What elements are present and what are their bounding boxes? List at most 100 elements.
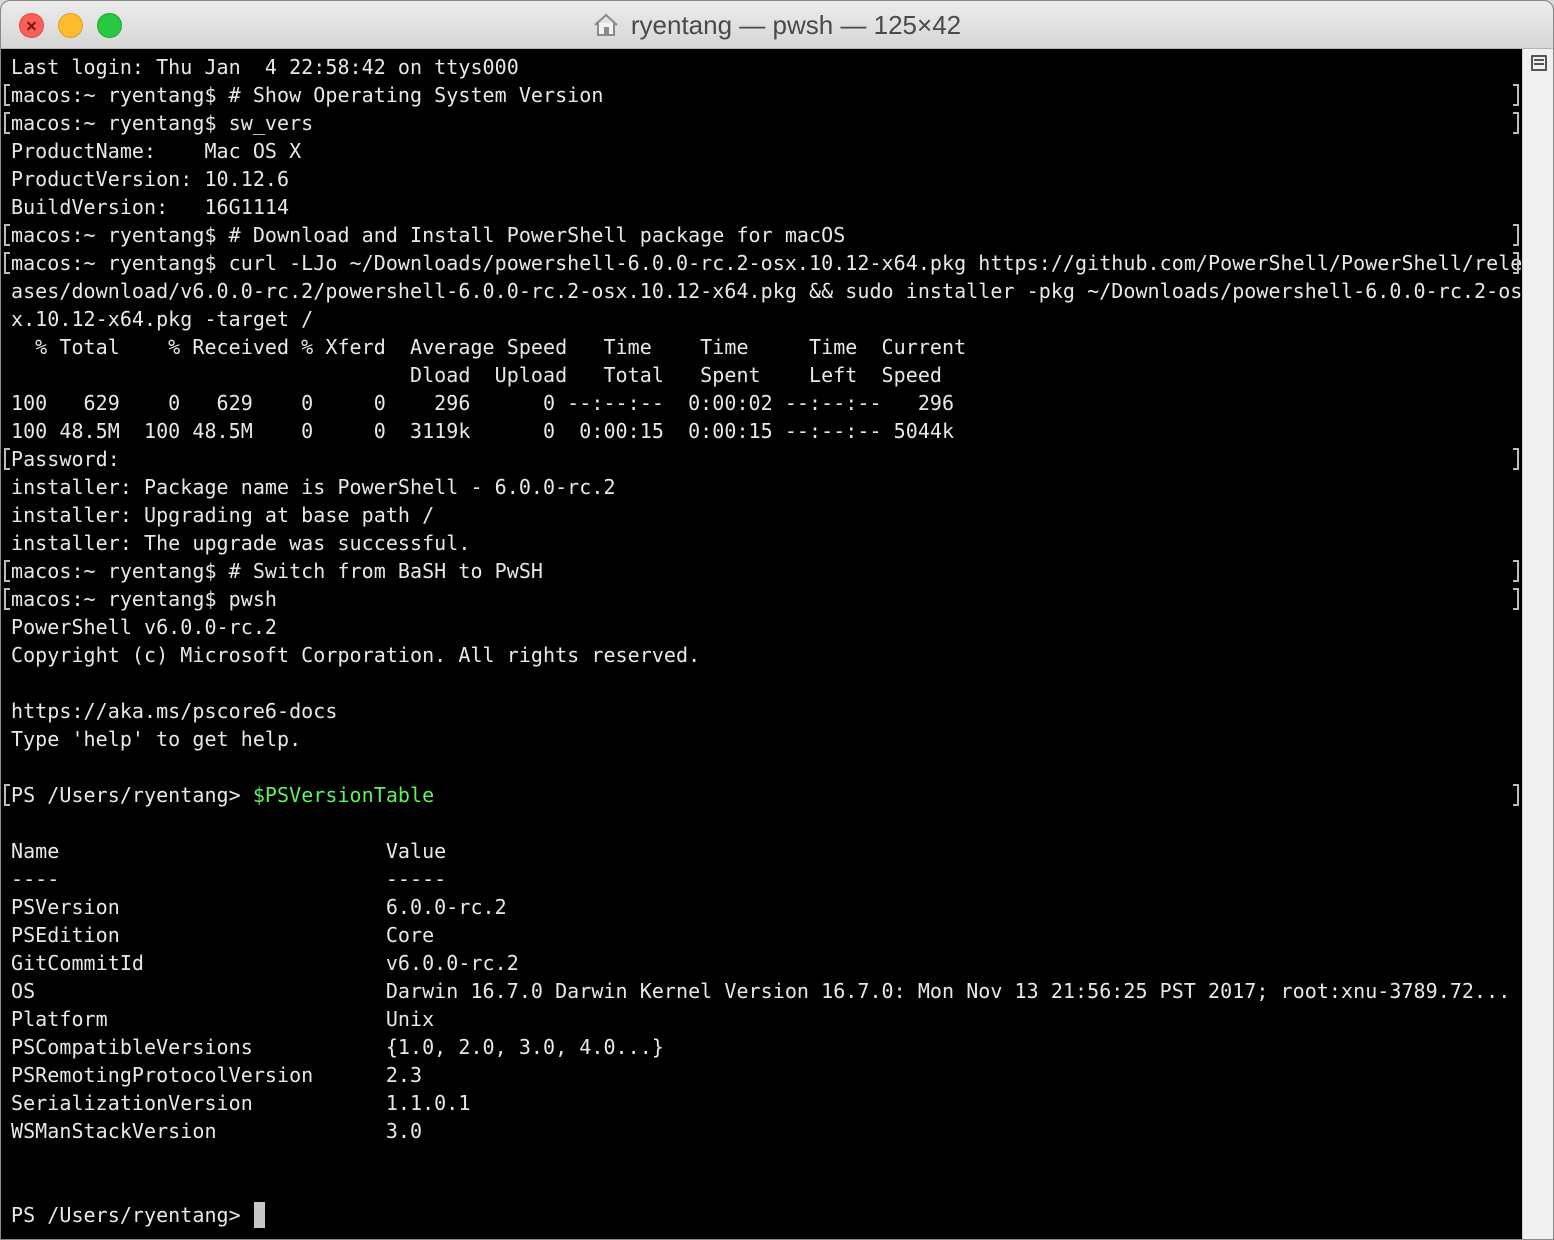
terminal-line: % Total % Received % Xferd Average Speed… bbox=[11, 333, 1522, 361]
prompt-mark-right bbox=[1513, 588, 1519, 610]
terminal-line-text: Dload Upload Total Spent Left Speed bbox=[11, 363, 943, 387]
terminal-line: Type 'help' to get help. bbox=[11, 725, 1522, 753]
scrollbar[interactable] bbox=[1522, 49, 1553, 1239]
terminal-line-text: PS /Users/ryentang> bbox=[11, 783, 253, 807]
terminal-line: WSManStackVersion 3.0 bbox=[11, 1117, 1522, 1145]
prompt-mark-left bbox=[4, 588, 10, 610]
terminal-line: Platform Unix bbox=[11, 1005, 1522, 1033]
terminal-line-text: PSVersion 6.0.0-rc.2 bbox=[11, 895, 507, 919]
terminal-line-text: macos:~ ryentang$ pwsh bbox=[11, 587, 278, 611]
terminal-line: Name Value bbox=[11, 837, 1522, 865]
terminal-line-text: % Total % Received % Xferd Average Speed… bbox=[11, 335, 967, 359]
prompt-mark-left bbox=[4, 252, 10, 274]
terminal-line-text: macos:~ ryentang$ # Switch from BaSH to … bbox=[11, 559, 544, 583]
terminal-line-text: GitCommitId v6.0.0-rc.2 bbox=[11, 951, 519, 975]
terminal-line: macos:~ ryentang$ # Switch from BaSH to … bbox=[11, 557, 1522, 585]
terminal-line-text: BuildVersion: 16G1114 bbox=[11, 195, 290, 219]
terminal-line-text: PowerShell v6.0.0-rc.2 bbox=[11, 615, 278, 639]
terminal-line: PowerShell v6.0.0-rc.2 bbox=[11, 613, 1522, 641]
terminal-line: ProductVersion: 10.12.6 bbox=[11, 165, 1522, 193]
prompt-mark-right bbox=[1513, 84, 1519, 106]
terminal-line-text: ProductName: Mac OS X bbox=[11, 139, 302, 163]
command-text: $PSVersionTable bbox=[252, 783, 435, 807]
prompt-mark-right bbox=[1513, 252, 1519, 274]
terminal-line-text: ---- ----- bbox=[11, 867, 447, 891]
prompt-mark-left bbox=[4, 560, 10, 582]
terminal-line: macos:~ ryentang$ # Show Operating Syste… bbox=[11, 81, 1522, 109]
prompt-mark-left bbox=[4, 224, 10, 246]
terminal-line: installer: Package name is PowerShell - … bbox=[11, 473, 1522, 501]
prompt-mark-left bbox=[4, 448, 10, 470]
terminal-line-text: Password: bbox=[11, 447, 120, 471]
terminal-line: 100 48.5M 100 48.5M 0 0 3119k 0 0:00:15 … bbox=[11, 417, 1522, 445]
terminal-line: PSVersion 6.0.0-rc.2 bbox=[11, 893, 1522, 921]
terminal-line-text: installer: The upgrade was successful. bbox=[11, 531, 471, 555]
title-container: ryentang — pwsh — 125×42 bbox=[1, 1, 1553, 49]
terminal-line: macos:~ ryentang$ sw_vers bbox=[11, 109, 1522, 137]
prompt-mark-right bbox=[1513, 784, 1519, 806]
terminal-line-text: macos:~ ryentang$ curl -LJo ~/Downloads/… bbox=[11, 251, 1522, 275]
prompt-mark-left bbox=[4, 784, 10, 806]
terminal-line: SerializationVersion 1.1.0.1 bbox=[11, 1089, 1522, 1117]
terminal-line-text: Type 'help' to get help. bbox=[11, 727, 302, 751]
terminal-line-text: installer: Upgrading at base path / bbox=[11, 503, 435, 527]
terminal-line: PSEdition Core bbox=[11, 921, 1522, 949]
terminal-line-text: macos:~ ryentang$ # Download and Install… bbox=[11, 223, 846, 247]
terminal-output[interactable]: Last login: Thu Jan 4 22:58:42 on ttys00… bbox=[1, 49, 1522, 1239]
terminal-line-text: OS Darwin 16.7.0 Darwin Kernel Version 1… bbox=[11, 979, 1511, 1003]
list-icon[interactable] bbox=[1531, 55, 1547, 71]
terminal-line: ---- ----- bbox=[11, 865, 1522, 893]
terminal-line: Password: bbox=[11, 445, 1522, 473]
terminal-line: https://aka.ms/pscore6-docs bbox=[11, 697, 1522, 725]
text-cursor bbox=[253, 1202, 265, 1228]
terminal-line-text: PSRemotingProtocolVersion 2.3 bbox=[11, 1063, 423, 1087]
terminal-line: 100 629 0 629 0 0 296 0 --:--:-- 0:00:02… bbox=[11, 389, 1522, 417]
terminal-line-text: PSEdition Core bbox=[11, 923, 435, 947]
terminal-line: Copyright (c) Microsoft Corporation. All… bbox=[11, 641, 1522, 669]
terminal-line-text: SerializationVersion 1.1.0.1 bbox=[11, 1091, 471, 1115]
terminal-line-text: https://aka.ms/pscore6-docs bbox=[11, 699, 338, 723]
terminal-line: macos:~ ryentang$ # Download and Install… bbox=[11, 221, 1522, 249]
terminal-line: ases/download/v6.0.0-rc.2/powershell-6.0… bbox=[11, 277, 1522, 305]
terminal-line-text: 100 629 0 629 0 0 296 0 --:--:-- 0:00:02… bbox=[11, 391, 955, 415]
terminal-line: OS Darwin 16.7.0 Darwin Kernel Version 1… bbox=[11, 977, 1522, 1005]
terminal-line-text: 100 48.5M 100 48.5M 0 0 3119k 0 0:00:15 … bbox=[11, 419, 955, 443]
terminal-line-text: Last login: Thu Jan 4 22:58:42 on ttys00… bbox=[11, 55, 519, 79]
terminal-line: macos:~ ryentang$ pwsh bbox=[11, 585, 1522, 613]
terminal-line-text: x.10.12-x64.pkg -target / bbox=[11, 307, 314, 331]
terminal-line: PS /Users/ryentang> $PSVersionTable bbox=[11, 781, 1522, 809]
terminal-line-text: ases/download/v6.0.0-rc.2/powershell-6.0… bbox=[11, 279, 1522, 303]
terminal-line: ProductName: Mac OS X bbox=[11, 137, 1522, 165]
terminal-line-text: PSCompatibleVersions {1.0, 2.0, 3.0, 4.0… bbox=[11, 1035, 664, 1059]
terminal-line-text: PS /Users/ryentang> bbox=[11, 1203, 253, 1227]
terminal-line: x.10.12-x64.pkg -target / bbox=[11, 305, 1522, 333]
prompt-mark-right bbox=[1513, 448, 1519, 470]
prompt-mark-right bbox=[1513, 112, 1519, 134]
prompt-mark-right bbox=[1513, 224, 1519, 246]
terminal-line: macos:~ ryentang$ curl -LJo ~/Downloads/… bbox=[11, 249, 1522, 277]
terminal-line-text: macos:~ ryentang$ # Show Operating Syste… bbox=[11, 83, 604, 107]
title-bar[interactable]: ryentang — pwsh — 125×42 bbox=[1, 1, 1553, 49]
terminal-line: PSCompatibleVersions {1.0, 2.0, 3.0, 4.0… bbox=[11, 1033, 1522, 1061]
terminal-line: installer: The upgrade was successful. bbox=[11, 529, 1522, 557]
terminal-line: Dload Upload Total Spent Left Speed bbox=[11, 361, 1522, 389]
prompt-mark-left bbox=[4, 84, 10, 106]
prompt-mark-right bbox=[1513, 560, 1519, 582]
terminal-line: installer: Upgrading at base path / bbox=[11, 501, 1522, 529]
prompt-mark-left bbox=[4, 112, 10, 134]
terminal-lines: Last login: Thu Jan 4 22:58:42 on ttys00… bbox=[11, 53, 1522, 1229]
window-title: ryentang — pwsh — 125×42 bbox=[630, 9, 962, 40]
terminal-line-text: Name Value bbox=[11, 839, 447, 863]
terminal-line-text: macos:~ ryentang$ sw_vers bbox=[11, 111, 314, 135]
terminal-line: PSRemotingProtocolVersion 2.3 bbox=[11, 1061, 1522, 1089]
terminal-line-text: Platform Unix bbox=[11, 1007, 435, 1031]
terminal-line-text: WSManStackVersion 3.0 bbox=[11, 1119, 423, 1143]
terminal-line: GitCommitId v6.0.0-rc.2 bbox=[11, 949, 1522, 977]
terminal-line: Last login: Thu Jan 4 22:58:42 on ttys00… bbox=[11, 53, 1522, 81]
terminal-window: ryentang — pwsh — 125×42 Last login: Thu… bbox=[0, 0, 1554, 1240]
